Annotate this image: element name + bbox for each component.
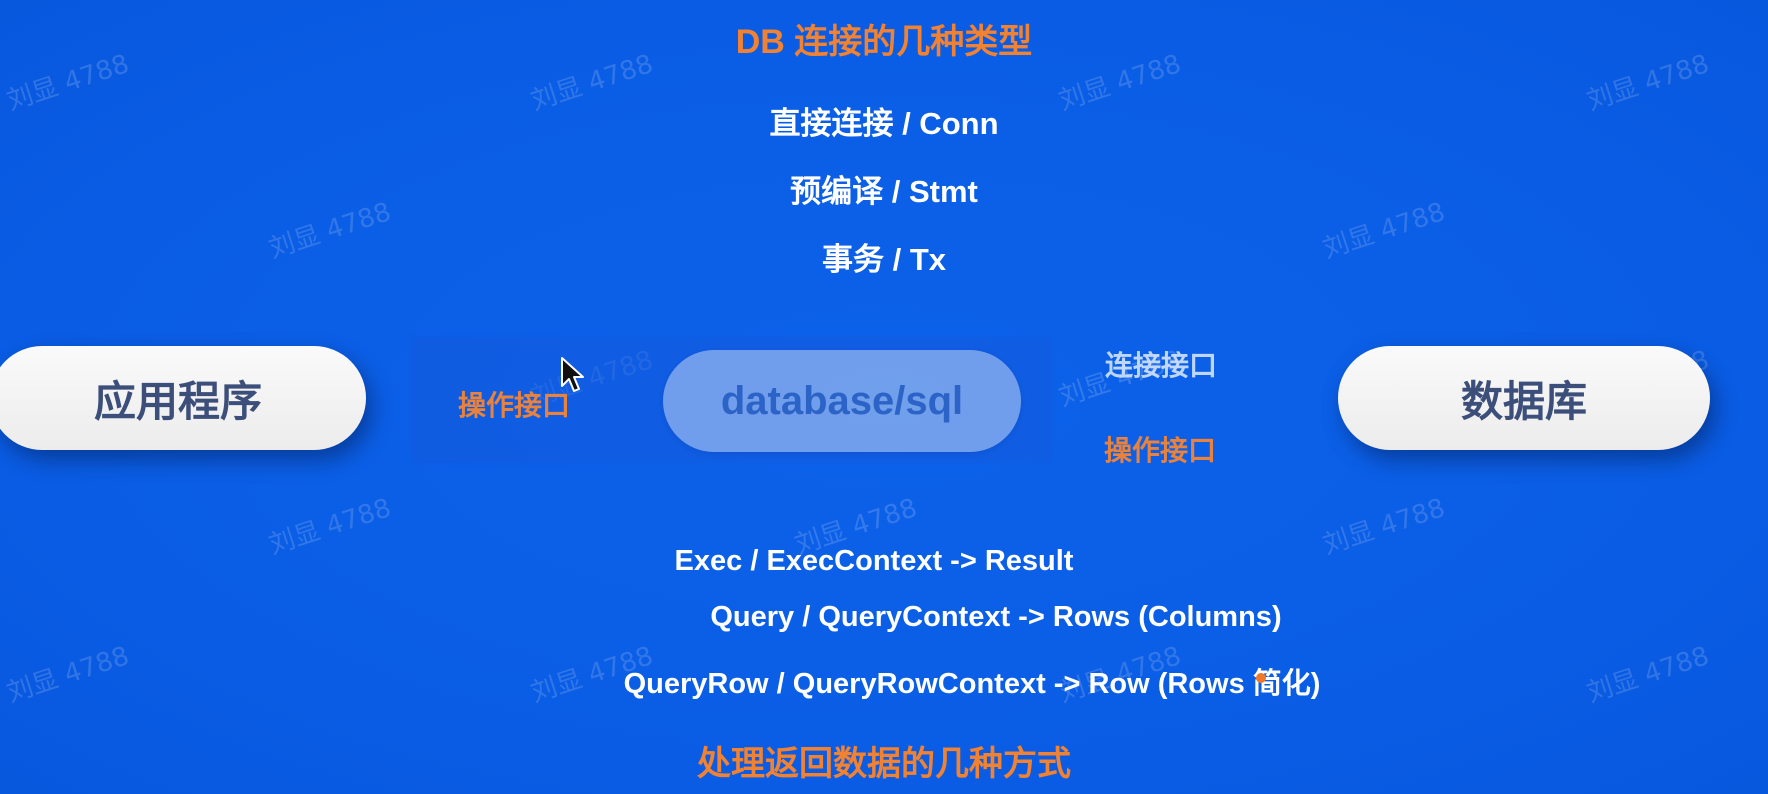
database-node: 数据库: [1338, 346, 1710, 450]
operation-interface-label-right: 操作接口: [1104, 435, 1217, 466]
app-node: 应用程序: [0, 346, 366, 450]
connection-types-title: DB 连接的几种类型: [735, 23, 1033, 61]
connection-type-direct: 直接连接 / Conn: [769, 106, 999, 141]
connection-type-tx: 事务 / Tx: [821, 242, 946, 277]
slide-canvas: 刘显 4788 刘显 4788 刘显 4788 刘显 4788 刘显 4788 …: [0, 0, 1768, 794]
operation-query: Query / QueryContext -> Rows (Columns): [710, 601, 1282, 633]
connection-interface-label: 连接接口: [1105, 350, 1218, 381]
database-sql-node: database/sql: [663, 350, 1021, 452]
connection-type-stmt: 预编译 / Stmt: [790, 174, 978, 209]
return-data-title: 处理返回数据的几种方式: [697, 745, 1071, 783]
pointer-dot: [1256, 673, 1266, 683]
operation-exec: Exec / ExecContext -> Result: [674, 545, 1074, 577]
mouse-cursor-icon: [561, 357, 584, 392]
operation-queryrow: QueryRow / QueryRowContext -> Row (Rows …: [623, 668, 1321, 700]
operation-interface-label-left: 操作接口: [458, 390, 571, 421]
